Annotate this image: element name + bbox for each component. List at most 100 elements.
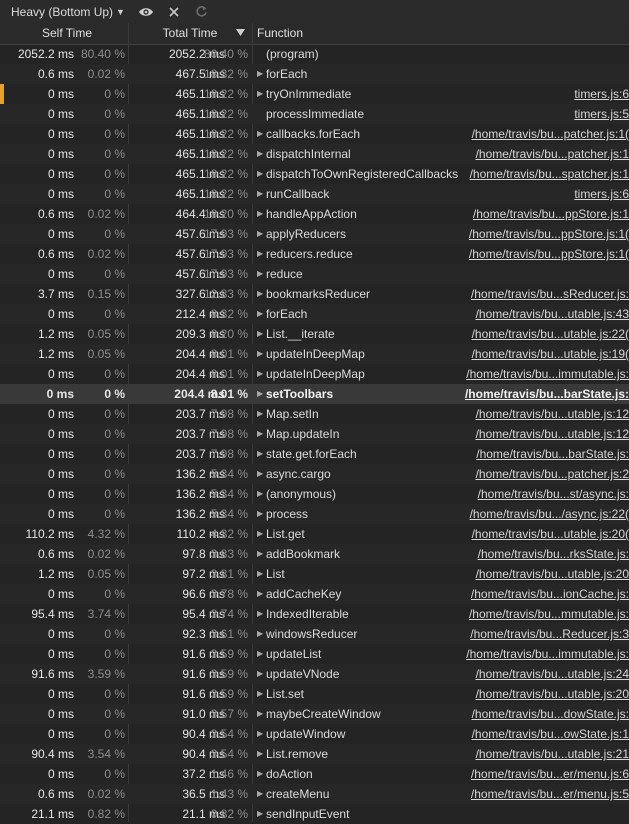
table-row[interactable]: 0 ms 0 % 212.4 ms 8.32 % ▶ forEach/home/travi… — [0, 304, 629, 324]
table-row[interactable]: 0 ms 0 % 465.1 ms 18.22 % ▶ dispatchToOwnRegi… — [0, 164, 629, 184]
source-link[interactable]: /home/travis/bu...ppStore.js:1 — [440, 204, 629, 224]
table-row[interactable]: 2052.2 ms 80.40 % 2052.2 ms 80.40 % (program… — [0, 44, 629, 64]
expand-arrow-icon[interactable]: ▶ — [257, 784, 265, 804]
table-row[interactable]: 110.2 ms 4.32 % 110.2 ms 4.32 % ▶ List.get/ho… — [0, 524, 629, 544]
table-row[interactable]: 0 ms 0 % 91.6 ms 3.59 % ▶ List.set/home/travi… — [0, 684, 629, 704]
table-row[interactable]: 0.6 ms 0.02 % 97.8 ms 3.83 % ▶ addBookmark/ho… — [0, 544, 629, 564]
expand-arrow-icon[interactable]: ▶ — [257, 284, 265, 304]
table-row[interactable]: 0.6 ms 0.02 % 467.5 ms 18.32 % ▶ forEach — [0, 64, 629, 84]
table-row[interactable]: 0 ms 0 % 465.1 ms 18.22 % ▶ runCallback timers… — [0, 184, 629, 204]
expand-arrow-icon[interactable]: ▶ — [257, 244, 265, 264]
expand-arrow-icon[interactable]: ▶ — [257, 484, 265, 504]
table-row[interactable]: 0 ms 0 % 203.7 ms 7.98 % ▶ state.get.forEach /… — [0, 444, 629, 464]
expand-arrow-icon[interactable]: ▶ — [257, 684, 265, 704]
expand-arrow-icon[interactable]: ▶ — [257, 644, 265, 664]
table-row[interactable]: 0 ms 0 % 136.2 ms 5.34 % ▶ (anonymous)/home/t… — [0, 484, 629, 504]
expand-arrow-icon[interactable]: ▶ — [257, 464, 265, 484]
table-row[interactable]: 0 ms 0 % 37.2 ms 1.46 % ▶ doAction/home/travi… — [0, 764, 629, 784]
source-link[interactable]: /home/travis/bu...utable.js:19( — [440, 344, 629, 364]
source-link[interactable]: /home/travis/bu...Reducer.js:3 — [440, 624, 629, 644]
source-link[interactable]: /home/travis/bu...mmutable.js: — [440, 604, 629, 624]
source-link[interactable]: /home/travis/bu...barState.js: — [440, 384, 629, 404]
expand-arrow-icon[interactable] — [257, 44, 265, 64]
table-row[interactable]: 90.4 ms 3.54 % 90.4 ms 3.54 % ▶ List.remove/h… — [0, 744, 629, 764]
table-row[interactable]: 0 ms 0 % 136.2 ms 5.34 % ▶ process/home/travi… — [0, 504, 629, 524]
table-row[interactable]: 0 ms 0 % 136.2 ms 5.34 % ▶ async.cargo/home/t… — [0, 464, 629, 484]
column-header-total-time[interactable]: Total Time — [130, 23, 250, 44]
table-row[interactable]: 1.2 ms 0.05 % 97.2 ms 3.81 % ▶ List/home/trav… — [0, 564, 629, 584]
table-row[interactable]: 0 ms 0 % 457.6 ms 17.93 % ▶ applyReducers/hom… — [0, 224, 629, 244]
expand-arrow-icon[interactable]: ▶ — [257, 424, 265, 444]
source-link[interactable] — [440, 44, 629, 64]
source-link[interactable]: /home/travis/bu...rksState.js: — [440, 544, 629, 564]
expand-arrow-icon[interactable]: ▶ — [257, 404, 265, 424]
expand-arrow-icon[interactable]: ▶ — [257, 364, 265, 384]
table-row[interactable]: 0 ms 0 % 204.4 ms 8.01 % ▶ setToolbars/home/t… — [0, 384, 629, 404]
expand-arrow-icon[interactable]: ▶ — [257, 664, 265, 684]
source-link[interactable] — [440, 264, 629, 284]
expand-arrow-icon[interactable]: ▶ — [257, 524, 265, 544]
view-mode-dropdown[interactable]: Heavy (Bottom Up) ▼ — [11, 0, 125, 23]
expand-arrow-icon[interactable]: ▶ — [257, 264, 265, 284]
source-link[interactable]: timers.js:6 — [440, 84, 629, 104]
source-link[interactable]: /home/travis/bu...ppStore.js:1( — [440, 244, 629, 264]
expand-arrow-icon[interactable]: ▶ — [257, 304, 265, 324]
expand-arrow-icon[interactable]: ▶ — [257, 544, 265, 564]
expand-arrow-icon[interactable]: ▶ — [257, 224, 265, 244]
source-link[interactable]: timers.js:5 — [440, 104, 629, 124]
table-row[interactable]: 0 ms 0 % 91.0 ms 3.57 % ▶ maybeCreateWindow/h… — [0, 704, 629, 724]
source-link[interactable] — [440, 804, 629, 824]
expand-arrow-icon[interactable]: ▶ — [257, 444, 265, 464]
source-link[interactable]: /home/travis/bu...sReducer.js: — [440, 284, 629, 304]
source-link[interactable]: timers.js:6 — [440, 184, 629, 204]
source-link[interactable]: /home/travis/bu...dowState.js: — [440, 704, 629, 724]
table-row[interactable]: 0.6 ms 0.02 % 464.4 ms 18.20 % ▶ handleAppAct… — [0, 204, 629, 224]
expand-arrow-icon[interactable] — [257, 104, 265, 124]
source-link[interactable]: /home/travis/bu...barState.js: — [440, 444, 629, 464]
source-link[interactable]: /home/travis/bu...er/menu.js:5 — [440, 784, 629, 804]
expand-arrow-icon[interactable]: ▶ — [257, 384, 265, 404]
source-link[interactable]: /home/travis/bu...patcher.js:1 — [440, 144, 629, 164]
source-link[interactable]: /home/travis/bu...st/async.js: — [440, 484, 629, 504]
table-row[interactable]: 0 ms 0 % 465.1 ms 18.22 % ▶ tryOnImmediate tim… — [0, 84, 629, 104]
column-header-function[interactable]: Function — [257, 23, 303, 44]
source-link[interactable]: /home/travis/bu...owState.js:1 — [440, 724, 629, 744]
source-link[interactable]: /home/travis/bu...utable.js:12 — [440, 404, 629, 424]
expand-arrow-icon[interactable]: ▶ — [257, 184, 265, 204]
table-row[interactable]: 0 ms 0 % 90.4 ms 3.54 % ▶ updateWindow/home/t… — [0, 724, 629, 744]
source-link[interactable]: /home/travis/bu...utable.js:20( — [440, 524, 629, 544]
table-row[interactable]: 0.6 ms 0.02 % 457.6 ms 17.93 % ▶ reducers.red… — [0, 244, 629, 264]
table-row[interactable]: 0 ms 0 % 96.6 ms 3.78 % ▶ addCacheKey/home/tr… — [0, 584, 629, 604]
source-link[interactable]: /home/travis/bu...utable.js:20 — [440, 684, 629, 704]
expand-arrow-icon[interactable]: ▶ — [257, 124, 265, 144]
source-link[interactable]: /home/travis/bu...utable.js:24 — [440, 664, 629, 684]
expand-arrow-icon[interactable]: ▶ — [257, 624, 265, 644]
reload-icon[interactable] — [191, 1, 213, 23]
expand-arrow-icon[interactable]: ▶ — [257, 324, 265, 344]
source-link[interactable] — [440, 64, 629, 84]
expand-arrow-icon[interactable]: ▶ — [257, 564, 265, 584]
table-row[interactable]: 0 ms 0 % 457.6 ms 17.93 % ▶ reduce — [0, 264, 629, 284]
eye-icon[interactable] — [135, 1, 157, 23]
table-row[interactable]: 0 ms 0 % 465.1 ms 18.22 % processImmediate ti… — [0, 104, 629, 124]
expand-arrow-icon[interactable]: ▶ — [257, 764, 265, 784]
close-icon[interactable] — [163, 1, 185, 23]
source-link[interactable]: /home/travis/bu...patcher.js:2 — [440, 464, 629, 484]
expand-arrow-icon[interactable]: ▶ — [257, 804, 265, 824]
expand-arrow-icon[interactable]: ▶ — [257, 704, 265, 724]
expand-arrow-icon[interactable]: ▶ — [257, 84, 265, 104]
table-row[interactable]: 0 ms 0 % 91.6 ms 3.59 % ▶ updateList/home/tra… — [0, 644, 629, 664]
expand-arrow-icon[interactable]: ▶ — [257, 144, 265, 164]
column-header-self-time[interactable]: Self Time — [7, 23, 127, 44]
source-link[interactable]: /home/travis/bu...ionCache.js: — [440, 584, 629, 604]
source-link[interactable]: /home/travis/bu...utable.js:22( — [440, 324, 629, 344]
expand-arrow-icon[interactable]: ▶ — [257, 164, 265, 184]
source-link[interactable]: /home/travis/bu...utable.js:21 — [440, 744, 629, 764]
table-row[interactable]: 1.2 ms 0.05 % 204.4 ms 8.01 % ▶ updateInDeepM… — [0, 344, 629, 364]
table-row[interactable]: 0 ms 0 % 465.1 ms 18.22 % ▶ dispatchInternal /… — [0, 144, 629, 164]
source-link[interactable]: /home/travis/bu...patcher.js:1( — [440, 124, 629, 144]
expand-arrow-icon[interactable]: ▶ — [257, 64, 265, 84]
source-link[interactable]: /home/travis/bu...ppStore.js:1( — [440, 224, 629, 244]
table-row[interactable]: 3.7 ms 0.15 % 327.6 ms 12.83 % ▶ bookmarksRed… — [0, 284, 629, 304]
table-row[interactable]: 0 ms 0 % 204.4 ms 8.01 % ▶ updateInDeepMap/ho… — [0, 364, 629, 384]
